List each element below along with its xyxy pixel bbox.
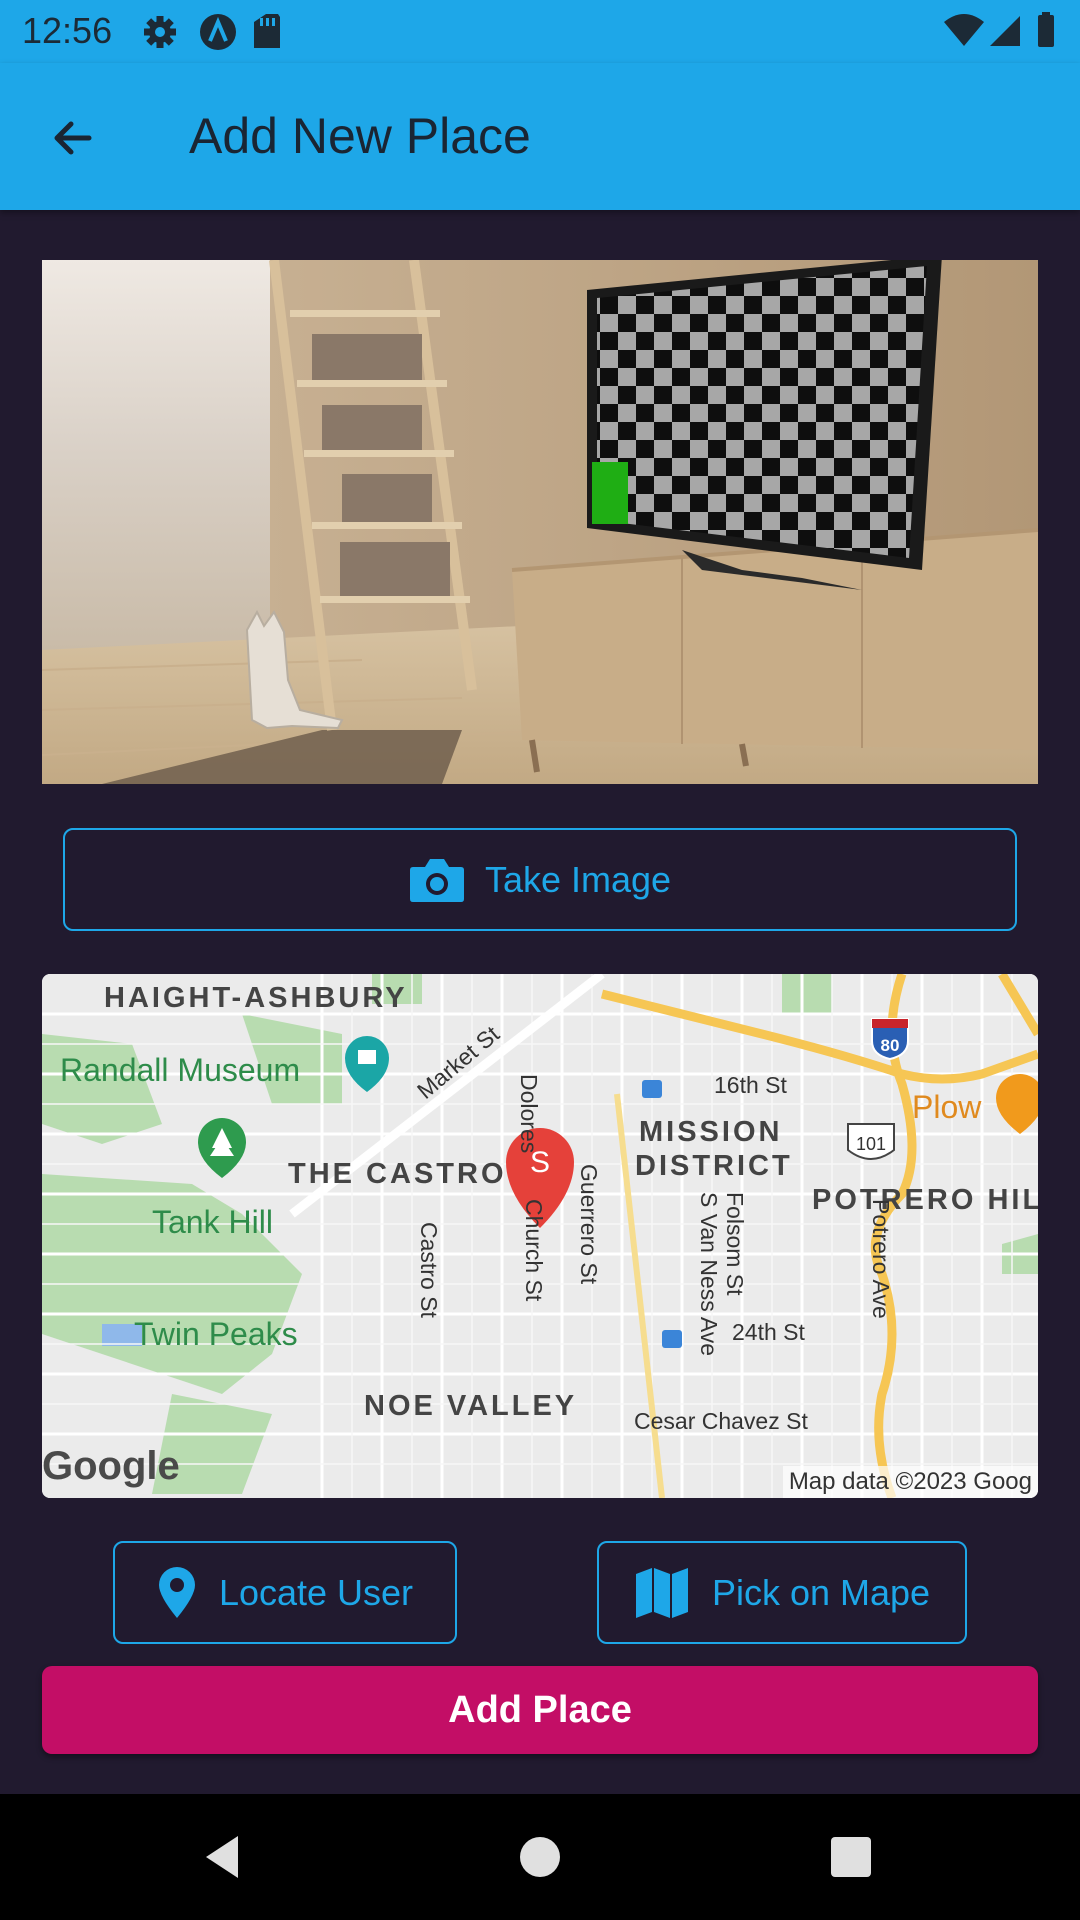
map-street-label: Castro St [416,1222,442,1318]
status-bar: 12:56 [0,0,1080,63]
status-time: 12:56 [22,10,113,51]
map-district-label: THE CASTRO [288,1158,507,1190]
locate-user-label: Locate User [218,1571,414,1613]
map-district-label: MISSION [639,1116,783,1148]
map-park-label: Randall Museum [60,1052,301,1088]
wifi-icon [944,14,984,46]
map-district-label: DISTRICT [635,1150,793,1182]
camera-icon [409,858,464,902]
gear-icon [144,16,176,48]
map-icon [635,1567,688,1618]
map-district-label: HAIGHT-ASHBURY [104,982,408,1014]
map-street-label: Guerrero St [576,1164,602,1285]
map-district-label: NOE VALLEY [364,1390,578,1422]
add-place-button[interactable]: Add Place [42,1666,1038,1754]
take-image-button[interactable]: Take Image [63,828,1017,931]
map-street-label: Dolores [516,1074,542,1154]
map-street-label: Church St [521,1199,547,1302]
page-title: Add New Place [189,108,531,164]
battery-icon [1038,12,1054,47]
locate-user-button[interactable]: Locate User [113,1541,457,1644]
map-poi-label: Plow [912,1089,982,1125]
android-studio-icon [200,14,236,50]
pick-on-map-label: Pick on Mape [711,1571,931,1613]
place-photo [42,260,1038,784]
status-icons-right [944,12,1064,52]
signal-icon [990,16,1020,46]
map-street-label: 24th St [732,1319,805,1345]
triangle-back-icon [206,1836,238,1878]
nav-home-button[interactable] [507,1824,573,1890]
status-icons-left [140,12,282,52]
highway-101-label: 101 [856,1134,886,1154]
map-street-label: Potrero Ave [868,1199,894,1319]
pick-on-map-button[interactable]: Pick on Mape [597,1541,967,1644]
square-recents-icon [831,1837,871,1877]
add-place-label: Add Place [448,1688,632,1731]
map-street-label: Cesar Chavez St [634,1408,808,1434]
app-bar: Add New Place [0,63,1080,210]
map-street-label: 16th St [714,1072,787,1098]
map-street-label: Folsom St [722,1192,748,1296]
highway-80-label: 80 [881,1036,900,1055]
circle-home-icon [520,1837,560,1877]
google-logo: Google [42,1444,180,1488]
location-map-preview[interactable]: 80 101 S HAIGHT-ASHBURY Randall Museum T… [42,974,1038,1498]
map-park-label: Twin Peaks [134,1316,298,1352]
arrow-back-icon [54,121,92,155]
sd-card-icon [254,14,282,48]
map-attribution: Map data ©2023 Goog [782,1466,1038,1498]
back-button[interactable] [38,103,108,173]
take-image-label: Take Image [484,858,672,900]
map-park-label: Tank Hill [152,1204,273,1240]
nav-back-button[interactable] [190,1824,256,1890]
nav-recents-button[interactable] [818,1824,884,1890]
map-street-label: S Van Ness Ave [696,1192,722,1357]
map-district-label: POTRERO HIL [812,1184,1038,1216]
system-nav-bar [0,1794,1080,1920]
location-pin-icon [158,1566,195,1618]
